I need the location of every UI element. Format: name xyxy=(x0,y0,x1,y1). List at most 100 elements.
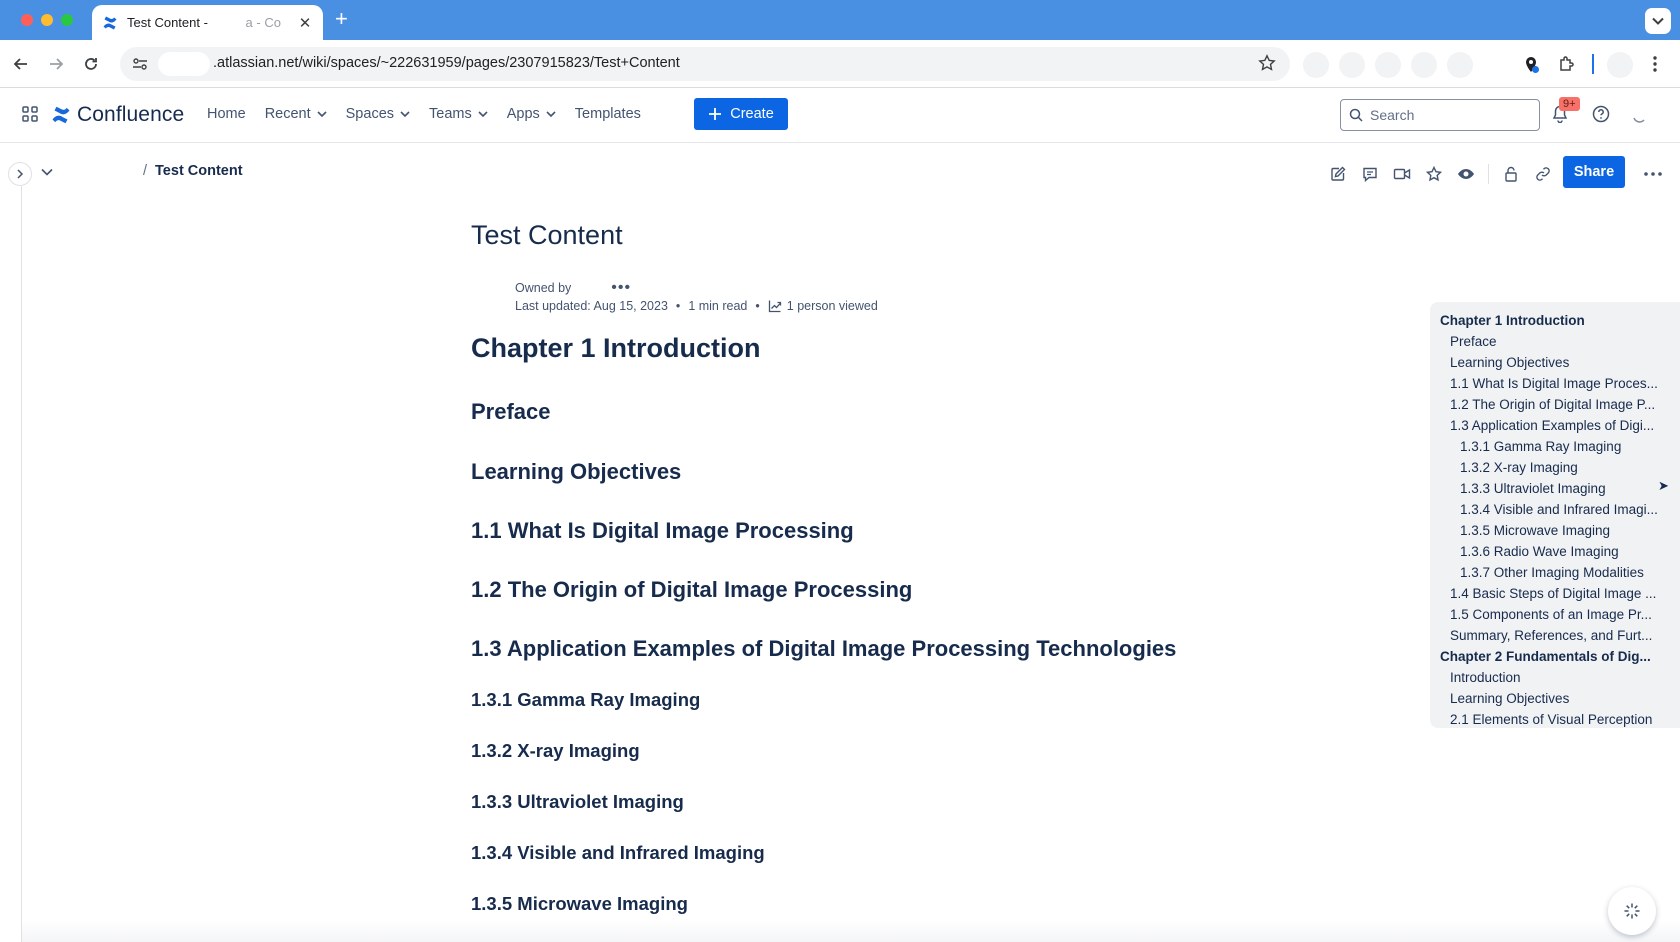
share-button[interactable]: Share xyxy=(1563,156,1625,188)
toc-item[interactable]: 1.2 The Origin of Digital Image P... xyxy=(1450,397,1672,412)
extension-icon[interactable] xyxy=(1339,52,1365,78)
profile-avatar[interactable] xyxy=(1607,52,1633,78)
heading-chapter-1: Chapter 1 Introduction xyxy=(471,333,761,363)
nav-recent[interactable]: Recent xyxy=(265,106,327,122)
heading-1-3-2: 1.3.2 X-ray Imaging xyxy=(471,740,640,761)
nav-home[interactable]: Home xyxy=(207,106,246,122)
toc-item[interactable]: 1.3.1 Gamma Ray Imaging xyxy=(1460,439,1672,454)
chevron-down-icon xyxy=(400,111,410,117)
sparkle-loader-icon xyxy=(1624,903,1640,919)
toc-item[interactable]: Introduction xyxy=(1450,670,1672,685)
extension-icon[interactable] xyxy=(1303,52,1329,78)
ai-assistant-button[interactable] xyxy=(1608,887,1656,935)
window-maximize-button[interactable] xyxy=(61,14,73,26)
chevron-right-icon xyxy=(17,169,24,179)
nav-apps-label: Apps xyxy=(506,106,540,122)
search-input[interactable]: Search xyxy=(1340,99,1540,131)
help-icon[interactable] xyxy=(1592,105,1610,123)
toc-item[interactable]: 2.1 Elements of Visual Perception xyxy=(1450,712,1672,727)
breadcrumb-separator: / xyxy=(143,163,148,179)
more-horizontal-icon xyxy=(1644,172,1662,176)
heading-1-3-5: 1.3.5 Microwave Imaging xyxy=(471,893,688,914)
nav-spaces[interactable]: Spaces xyxy=(346,106,410,122)
toc-item[interactable]: 1.3 Application Examples of Digi... xyxy=(1450,418,1672,433)
reload-button[interactable] xyxy=(80,53,102,75)
expand-sidebar-button[interactable] xyxy=(8,162,32,186)
actions-divider xyxy=(1488,164,1489,184)
restrictions-button[interactable] xyxy=(1495,162,1527,186)
window-minimize-button[interactable] xyxy=(41,14,53,26)
confluence-logo[interactable]: Confluence xyxy=(51,103,184,127)
puzzle-extensions-icon[interactable] xyxy=(1558,55,1576,73)
confluence-logo-icon xyxy=(52,106,70,124)
address-bar[interactable]: .atlassian.net/wiki/spaces/~222631959/pa… xyxy=(120,47,1290,81)
location-extension-icon[interactable] xyxy=(1522,56,1540,74)
page-toolbar: / Test Content Share xyxy=(0,143,1680,203)
window-close-button[interactable] xyxy=(21,14,33,26)
owner-more-icon[interactable]: ••• xyxy=(611,279,631,297)
arrow-left-icon xyxy=(13,58,27,70)
breadcrumb-current-page[interactable]: Test Content xyxy=(155,163,243,179)
forward-button[interactable] xyxy=(45,53,67,75)
comment-button[interactable] xyxy=(1354,162,1386,186)
analytics-icon[interactable] xyxy=(768,299,782,313)
notification-badge: 9+ xyxy=(1559,97,1580,111)
heading-learning-objectives: Learning Objectives xyxy=(471,459,682,484)
new-tab-button[interactable]: + xyxy=(335,8,348,30)
watch-button[interactable] xyxy=(1450,162,1482,186)
tab-title: Test Content - a - Co xyxy=(127,15,281,30)
toc-item[interactable]: 1.3.7 Other Imaging Modalities xyxy=(1460,565,1672,580)
browser-tab-active[interactable]: Test Content - a - Co ✕ xyxy=(92,5,323,40)
extension-icon[interactable] xyxy=(1411,52,1437,78)
heading-1-3-3: 1.3.3 Ultraviolet Imaging xyxy=(471,791,684,812)
toc-item[interactable]: Preface xyxy=(1450,334,1672,349)
toc-item[interactable]: 1.3.4 Visible and Infrared Imagi... xyxy=(1460,502,1672,517)
nav-apps[interactable]: Apps xyxy=(507,106,556,122)
lock-icon xyxy=(1505,166,1517,182)
toc-item[interactable]: Chapter 2 Fundamentals of Dig... xyxy=(1440,649,1672,664)
chevron-down-icon[interactable] xyxy=(40,165,54,179)
url-text[interactable]: .atlassian.net/wiki/spaces/~222631959/pa… xyxy=(213,55,680,71)
extension-icon[interactable] xyxy=(1375,52,1401,78)
toc-item[interactable]: Learning Objectives xyxy=(1450,355,1672,370)
separator-dot: • xyxy=(755,299,760,313)
toc-item[interactable]: 1.3.6 Radio Wave Imaging xyxy=(1460,544,1672,559)
separator-dot: • xyxy=(675,299,681,313)
site-info-icon[interactable] xyxy=(129,54,151,74)
heading-1-3-4: 1.3.4 Visible and Infrared Imaging xyxy=(471,842,765,863)
toc-item[interactable]: 1.5 Components of an Image Pr... xyxy=(1450,607,1672,622)
nav-templates[interactable]: Templates xyxy=(575,106,641,122)
heading-1-3-1: 1.3.1 Gamma Ray Imaging xyxy=(471,689,701,710)
star-button[interactable] xyxy=(1418,162,1450,186)
app-switcher-icon[interactable] xyxy=(22,106,38,122)
toc-item[interactable]: Summary, References, and Furt... xyxy=(1450,628,1672,643)
reload-icon xyxy=(85,58,97,70)
bookmark-star-icon[interactable] xyxy=(1258,54,1276,72)
toc-item[interactable]: 1.3.5 Microwave Imaging xyxy=(1460,523,1672,538)
toc-item[interactable]: 1.3.3 Ultraviolet Imaging xyxy=(1460,481,1672,496)
tab-search-button[interactable] xyxy=(1645,8,1671,34)
toc-item[interactable]: 1.3.2 X-ray Imaging xyxy=(1460,460,1672,475)
nav-teams[interactable]: Teams xyxy=(429,106,488,122)
video-button[interactable] xyxy=(1386,162,1418,186)
tab-close-icon[interactable]: ✕ xyxy=(297,14,313,32)
extension-icon[interactable] xyxy=(1447,52,1473,78)
last-updated: Last updated: Aug 15, 2023 xyxy=(515,299,668,313)
back-button[interactable] xyxy=(10,53,32,75)
create-button[interactable]: Create xyxy=(694,98,788,130)
link-icon xyxy=(1536,167,1550,181)
toc-item[interactable]: Chapter 1 Introduction xyxy=(1440,313,1672,328)
nav-recent-label: Recent xyxy=(264,106,311,122)
comment-icon xyxy=(1363,167,1377,182)
plus-icon xyxy=(709,108,722,120)
toc-item[interactable]: 1.1 What Is Digital Image Proces... xyxy=(1450,376,1672,391)
edit-button[interactable] xyxy=(1322,162,1354,186)
more-actions-button[interactable] xyxy=(1639,162,1667,186)
loading-spinner-icon xyxy=(1633,117,1645,123)
copy-link-button[interactable] xyxy=(1527,162,1559,186)
create-button-label: Create xyxy=(730,106,774,122)
view-count[interactable]: 1 person viewed xyxy=(787,299,878,313)
toc-item[interactable]: Learning Objectives xyxy=(1450,691,1672,706)
kebab-menu-icon[interactable] xyxy=(1652,55,1658,73)
toc-item[interactable]: 1.4 Basic Steps of Digital Image ... xyxy=(1450,586,1672,601)
